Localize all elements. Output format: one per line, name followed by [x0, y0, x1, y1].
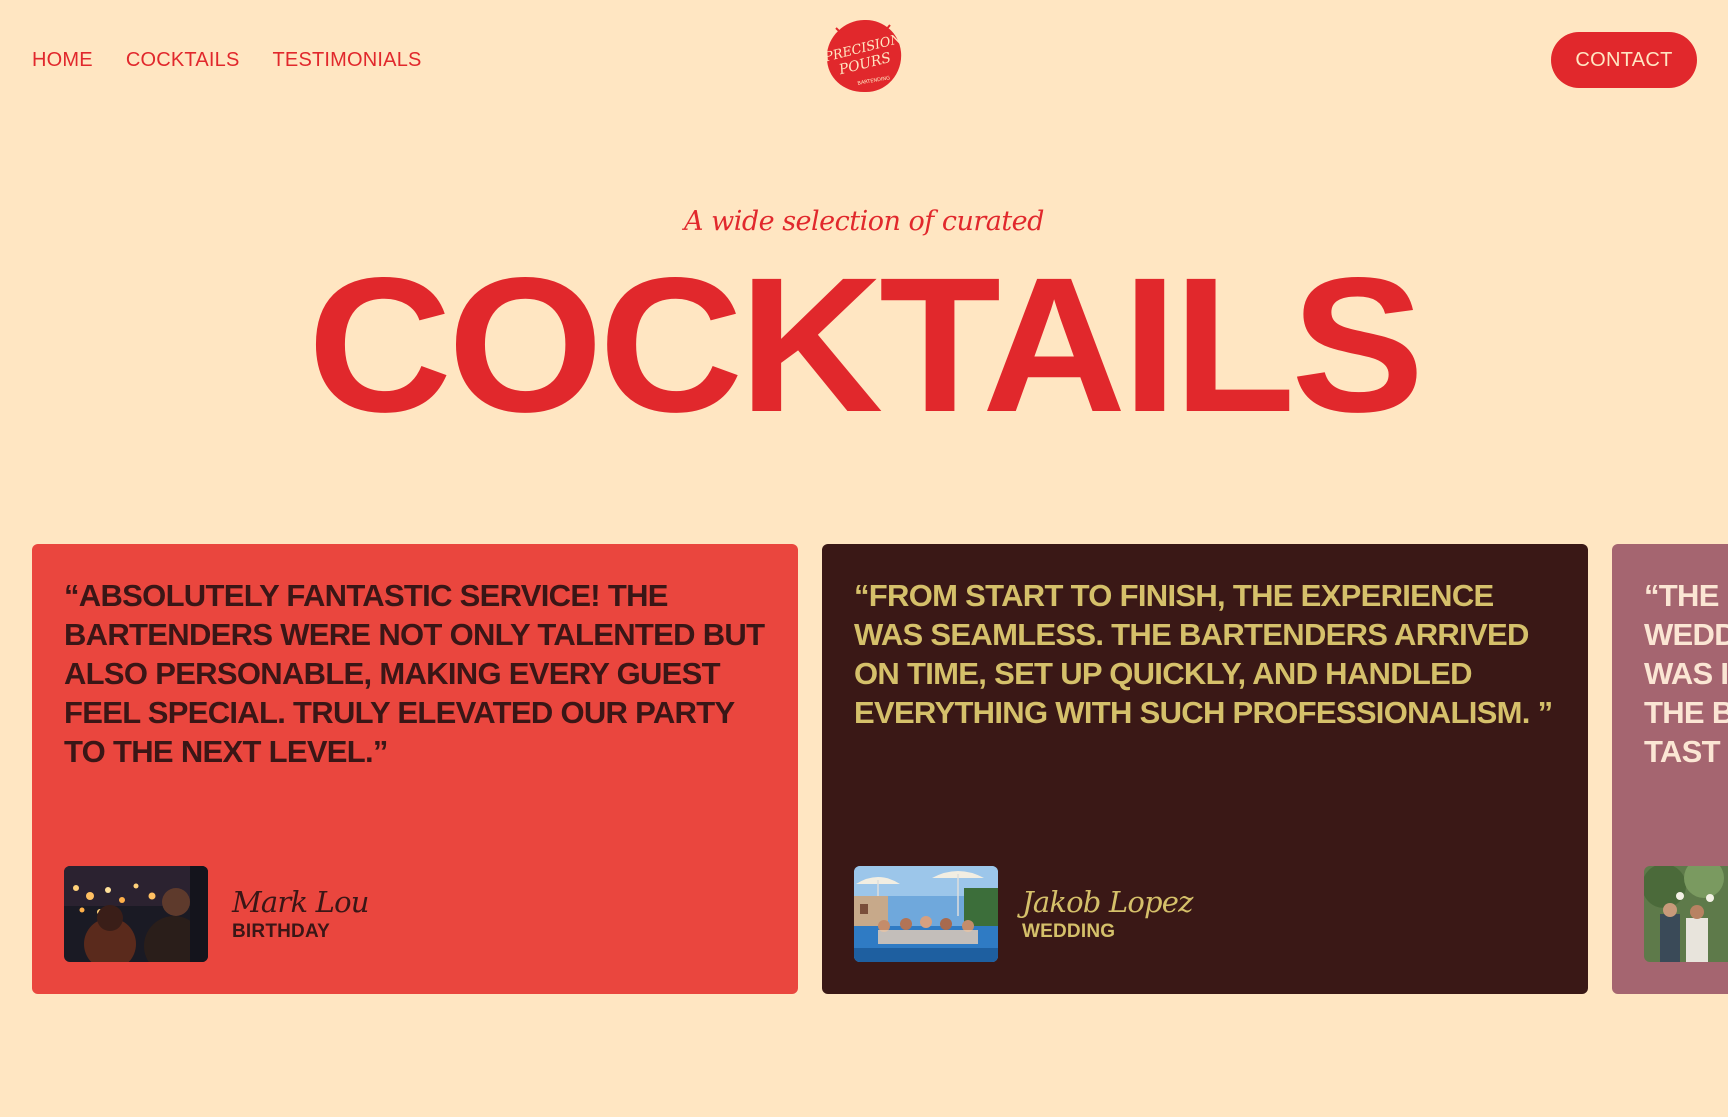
nav-links: HOME COCKTAILS TESTIMONIALS — [32, 47, 422, 73]
contact-button[interactable]: CONTACT — [1551, 32, 1697, 88]
pool-party-photo-icon — [854, 866, 998, 962]
party-photo-icon — [64, 866, 208, 962]
nav-link-cocktails[interactable]: COCKTAILS — [126, 47, 240, 73]
testimonial-quote: “THE WEDD WAS I THE B TAST — [1644, 578, 1728, 769]
author-photo — [64, 866, 208, 962]
testimonial-author — [1644, 866, 1728, 962]
nav-link-testimonials[interactable]: TESTIMONIALS — [273, 47, 422, 73]
author-photo — [1644, 866, 1728, 962]
author-name: Mark Lou — [232, 884, 369, 919]
event-type: WEDDING — [1022, 920, 1116, 942]
nav-link-home[interactable]: HOME — [32, 47, 93, 73]
hero-subtitle: A wide selection of curated — [684, 206, 1044, 237]
logo-badge-icon: PRECISION POURS BARTENDING — [822, 19, 904, 93]
garden-party-photo-icon — [1644, 866, 1728, 962]
testimonial-author: Jakob Lopez WEDDING — [854, 866, 1193, 962]
hero-title: COCKTAILS — [307, 237, 1425, 452]
author-meta: Jakob Lopez WEDDING — [1022, 885, 1193, 944]
testimonials-carousel[interactable]: “ABSOLUTELY FANTASTIC SERVICE! THE BARTE… — [32, 544, 1728, 994]
testimonial-quote: “FROM START TO FINISH, THE EXPERIENCE WA… — [854, 578, 1553, 730]
testimonial-card[interactable]: “THE WEDD WAS I THE B TAST — [1612, 544, 1728, 994]
testimonial-quote: “ABSOLUTELY FANTASTIC SERVICE! THE BARTE… — [64, 578, 765, 769]
testimonial-card[interactable]: “FROM START TO FINISH, THE EXPERIENCE WA… — [822, 544, 1588, 994]
author-meta: Mark Lou BIRTHDAY — [232, 885, 369, 944]
precision-pours-logo[interactable]: PRECISION POURS BARTENDING — [822, 18, 904, 94]
event-type: BIRTHDAY — [232, 920, 331, 942]
author-photo — [854, 866, 998, 962]
testimonial-author: Mark Lou BIRTHDAY — [64, 866, 369, 962]
author-name: Jakob Lopez — [1022, 884, 1193, 919]
top-navigation: HOME COCKTAILS TESTIMONIALS PRECISION PO… — [0, 0, 1728, 120]
testimonial-card[interactable]: “ABSOLUTELY FANTASTIC SERVICE! THE BARTE… — [32, 544, 798, 994]
